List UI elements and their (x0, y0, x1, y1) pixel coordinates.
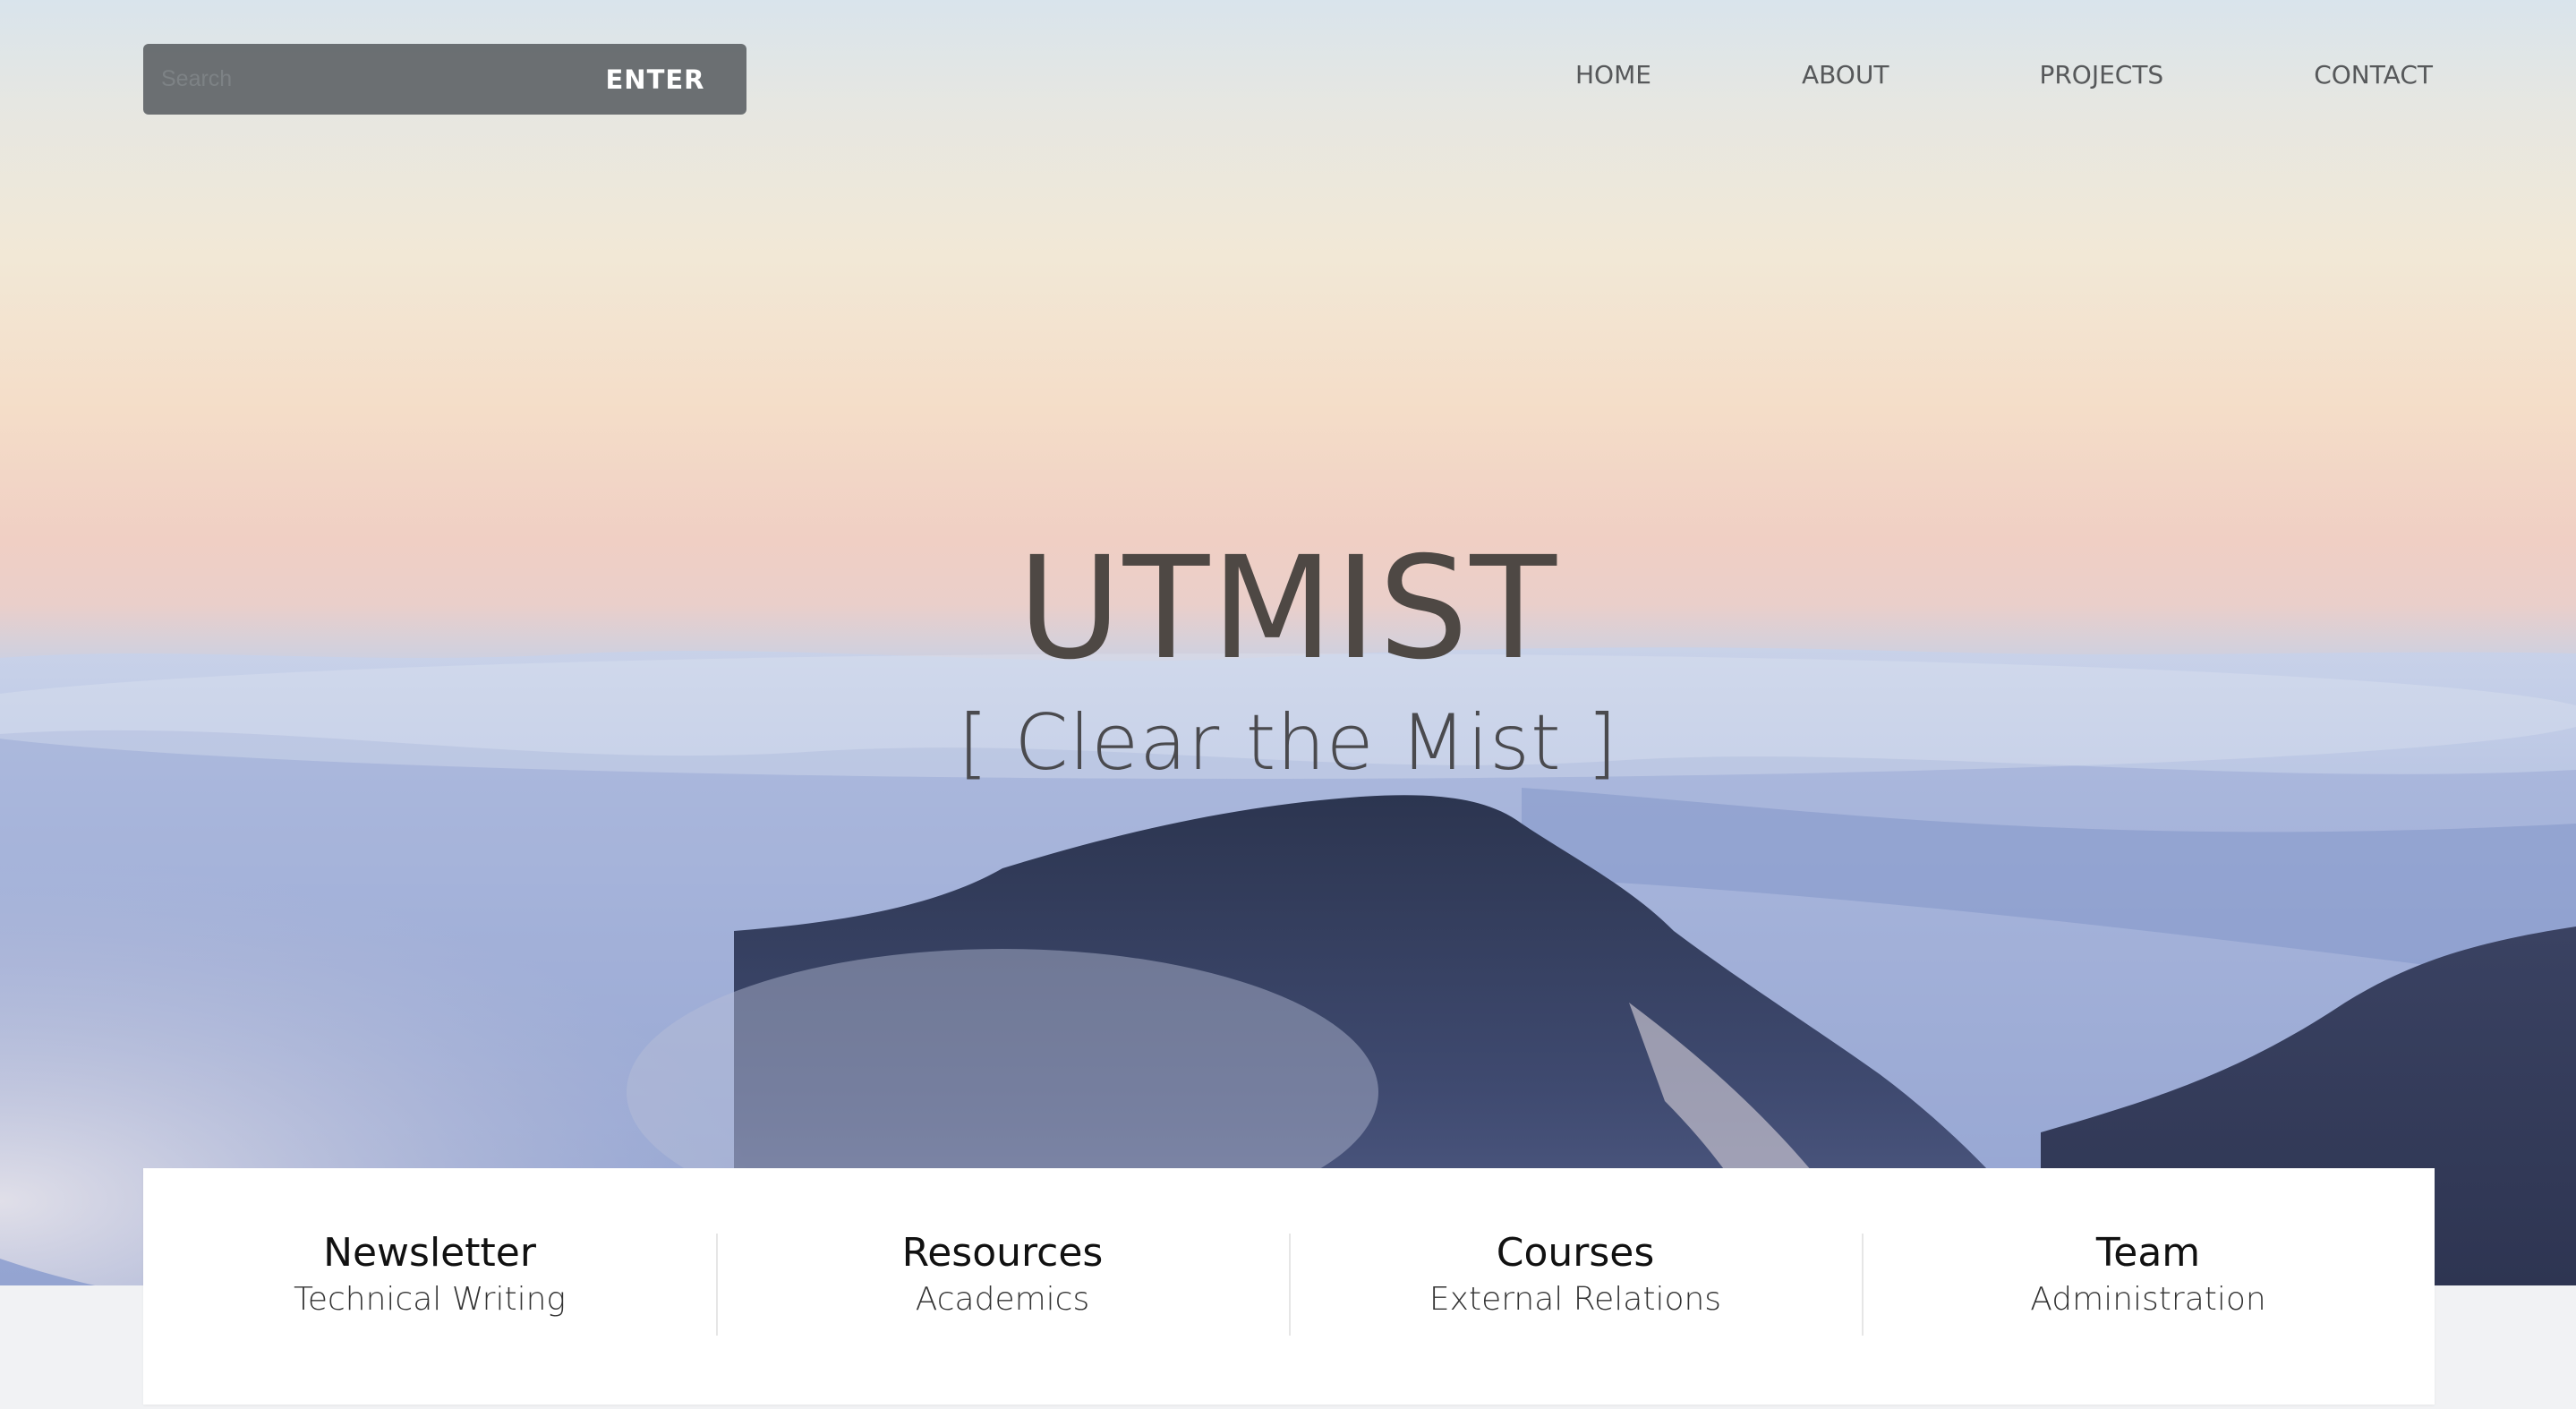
card-title: Team (2095, 1230, 2201, 1276)
feature-cards: Newsletter Technical Writing Resources A… (143, 1168, 2435, 1405)
hero-title: UTMIST (1018, 526, 1558, 691)
card-title: Courses (1496, 1230, 1655, 1276)
card-subtitle: Technical Writing (293, 1281, 567, 1318)
search-input[interactable] (143, 44, 564, 115)
nav-contact-link[interactable]: CONTACT (2314, 57, 2433, 93)
card-title: Newsletter (323, 1230, 536, 1276)
card-subtitle: Administration (2030, 1281, 2266, 1318)
card-subtitle: Academics (915, 1281, 1090, 1318)
card-courses[interactable]: Courses External Relations (1289, 1168, 1862, 1405)
card-subtitle: External Relations (1429, 1281, 1722, 1318)
card-team[interactable]: Team Administration (1862, 1168, 2435, 1405)
card-resources[interactable]: Resources Academics (716, 1168, 1289, 1405)
enter-button[interactable]: ENTER (564, 44, 746, 115)
card-newsletter[interactable]: Newsletter Technical Writing (143, 1168, 716, 1405)
page: ENTER HOME ABOUT PROJECTS CONTACT UTMIST… (0, 0, 2576, 1409)
main-nav: HOME ABOUT PROJECTS CONTACT (1425, 57, 2433, 93)
hero-tagline: [ Clear the Mist ] (958, 698, 1618, 788)
search-bar: ENTER (143, 44, 746, 115)
nav-about-link[interactable]: ABOUT (1802, 57, 1889, 93)
card-title: Resources (901, 1230, 1104, 1276)
nav-home-link[interactable]: HOME (1575, 57, 1651, 93)
nav-projects-link[interactable]: PROJECTS (2039, 57, 2163, 93)
